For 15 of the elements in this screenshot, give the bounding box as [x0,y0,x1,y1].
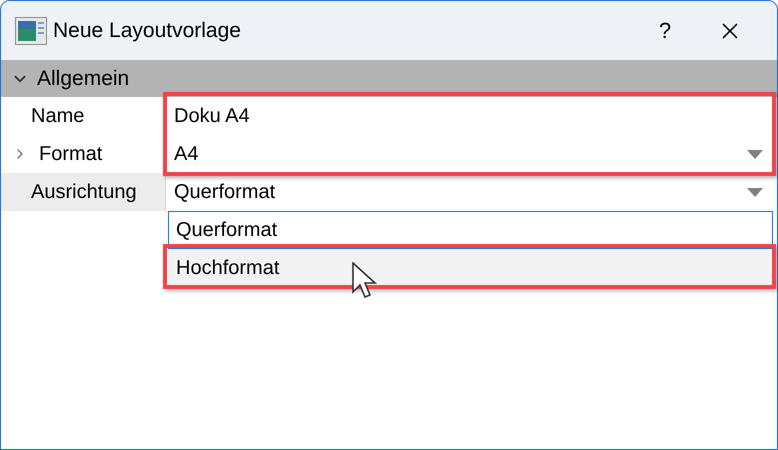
dropdown-field[interactable]: Querformat [166,173,777,211]
property-label: Name [31,104,84,129]
property-label: Format [39,142,102,167]
group-title: Allgemein [37,66,130,92]
dropdown-field[interactable]: A4 [166,135,777,173]
window-title: Neue Layoutvorlage [53,18,241,44]
dropdown-arrow-icon[interactable] [747,188,763,196]
layout-app-icon [15,16,47,44]
dropdown-arrow-icon[interactable] [747,150,763,158]
mouse-cursor-icon [352,262,378,300]
group-header[interactable]: Allgemein [1,60,777,97]
property-label: Ausrichtung [31,180,137,205]
text-field[interactable]: Doku A4 [166,97,777,135]
dropdown-option[interactable]: Hochformat [168,249,773,287]
help-button[interactable]: ? [635,10,695,50]
